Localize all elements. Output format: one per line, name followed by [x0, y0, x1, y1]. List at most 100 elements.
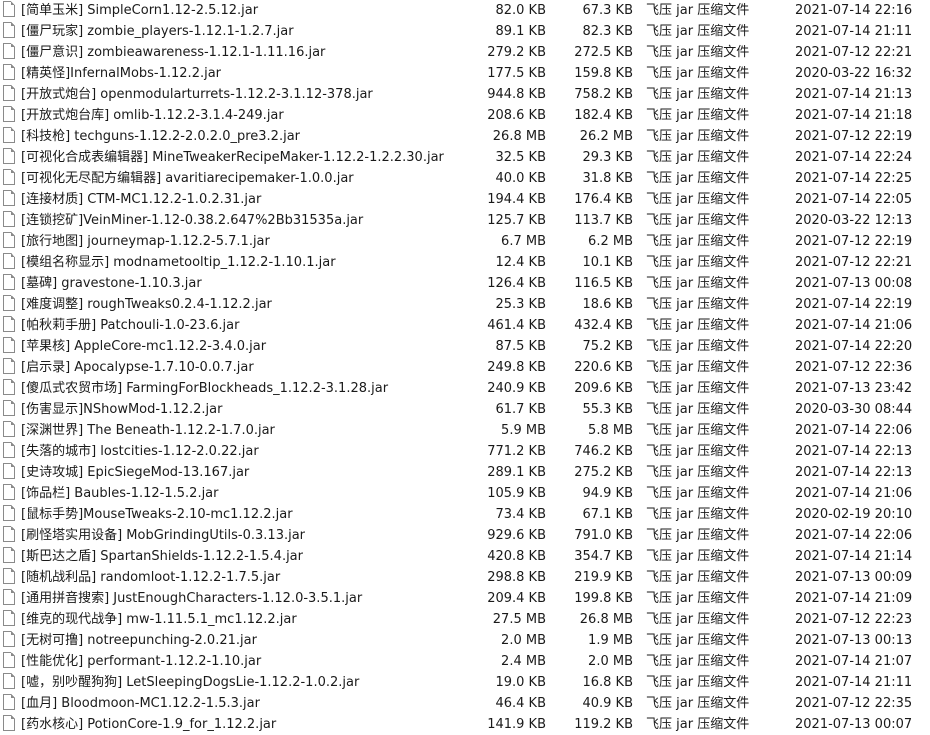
modified-date: 2021-07-14 22:24 [795, 150, 913, 165]
file-row[interactable]: [旅行地图] journeymap-1.12.2-5.7.1.jar 6.7 MB… [0, 231, 930, 252]
file-row[interactable]: [血月] Bloodmoon-MC1.12.2-1.5.3.jar 46.4 KB… [0, 693, 930, 714]
file-size: 26.2 MB [579, 129, 633, 144]
modified-date: 2021-07-12 22:19 [795, 129, 913, 144]
file-name: [嘘，别吵醒狗狗] LetSleepingDogsLie-1.12.2-1.0.… [21, 675, 360, 690]
file-row[interactable]: [帕秋莉手册] Patchouli-1.0-23.6.jar 461.4 KB 43… [0, 315, 930, 336]
jar-file-icon [3, 253, 15, 269]
file-row[interactable]: [伤害显示]NShowMod-1.12.2.jar 61.7 KB 55.3 KB 飞… [0, 399, 930, 420]
file-size: 116.5 KB [574, 276, 633, 291]
modified-date: 2020-02-19 20:10 [795, 507, 913, 522]
file-row[interactable]: [嘘，别吵醒狗狗] LetSleepingDogsLie-1.12.2-1.0.… [0, 672, 930, 693]
file-name: [性能优化] performant-1.12.2-1.10.jar [21, 654, 262, 669]
file-row[interactable]: [刷怪塔实用设备] MobGrindingUtils-0.3.13.jar 929… [0, 525, 930, 546]
file-row[interactable]: [僵尸玩家] zombie_players-1.12.1-1.2.7.jar 89… [0, 21, 930, 42]
file-row[interactable]: [可视化无尽配方编辑器] avaritiarecipemaker-1.0.0.j… [0, 168, 930, 189]
file-type: 飞压 jar 压缩文件 [646, 402, 750, 417]
packed-size: 19.0 KB [495, 675, 546, 690]
file-name: [失落的城市] lostcities-1.12-2.0.22.jar [21, 444, 259, 459]
file-name: [僵尸意识] zombieawareness-1.12.1-1.11.16.ja… [21, 45, 326, 60]
file-size: 182.4 KB [574, 108, 633, 123]
file-row[interactable]: [难度调整] roughTweaks0.2.4-1.12.2.jar 25.3 K… [0, 294, 930, 315]
jar-file-icon [3, 337, 15, 353]
file-row[interactable]: [通用拼音搜索] JustEnoughCharacters-1.12.0-3.5… [0, 588, 930, 609]
file-row[interactable]: [维克的现代战争] mw-1.11.5.1_mc1.12.2.jar 27.5 M… [0, 609, 930, 630]
file-row[interactable]: [饰品栏] Baubles-1.12-1.5.2.jar 105.9 KB 94.9… [0, 483, 930, 504]
file-row[interactable]: [斯巴达之盾] SpartanShields-1.12.2-1.5.4.jar 4… [0, 546, 930, 567]
file-type: 飞压 jar 压缩文件 [646, 66, 750, 81]
packed-size: 289.1 KB [487, 465, 546, 480]
file-type: 飞压 jar 压缩文件 [646, 276, 750, 291]
file-type: 飞压 jar 压缩文件 [646, 213, 750, 228]
jar-file-icon [3, 484, 15, 500]
jar-file-icon [3, 232, 15, 248]
modified-date: 2021-07-12 22:21 [795, 45, 913, 60]
file-row[interactable]: [性能优化] performant-1.12.2-1.10.jar 2.4 MB 2… [0, 651, 930, 672]
file-row[interactable]: [开放式炮台库] omlib-1.12.2-3.1.4-249.jar 208.6… [0, 105, 930, 126]
modified-date: 2021-07-14 22:19 [795, 297, 913, 312]
file-row[interactable]: [简单玉米] SimpleCorn1.12-2.5.12.jar 82.0 KB 6… [0, 0, 930, 21]
jar-file-icon [3, 22, 15, 38]
file-size: 40.9 KB [582, 696, 633, 711]
file-size: 119.2 KB [574, 717, 633, 732]
packed-size: 46.4 KB [495, 696, 546, 711]
jar-file-icon [3, 190, 15, 206]
file-row[interactable]: [无树可撸] notreepunching-2.0.21.jar 2.0 MB 1.… [0, 630, 930, 651]
file-name: [帕秋莉手册] Patchouli-1.0-23.6.jar [21, 318, 240, 333]
jar-file-icon [3, 379, 15, 395]
file-name: [连锁挖矿]VeinMiner-1.12-0.38.2.647%2Bb31535… [21, 213, 364, 228]
jar-file-icon [3, 568, 15, 584]
modified-date: 2021-07-14 22:13 [795, 465, 913, 480]
jar-file-icon [3, 652, 15, 668]
file-row[interactable]: [连锁挖矿]VeinMiner-1.12-0.38.2.647%2Bb31535… [0, 210, 930, 231]
file-type: 飞压 jar 压缩文件 [646, 3, 750, 18]
file-size: 67.1 KB [582, 507, 633, 522]
file-row[interactable]: [启示录] Apocalypse-1.7.10-0.0.7.jar 249.8 K… [0, 357, 930, 378]
file-row[interactable]: [苹果核] AppleCore-mc1.12.2-3.4.0.jar 87.5 K… [0, 336, 930, 357]
file-row[interactable]: [深渊世界] The Beneath-1.12.2-1.7.0.jar 5.9 M… [0, 420, 930, 441]
packed-size: 929.6 KB [487, 528, 546, 543]
jar-file-icon [3, 106, 15, 122]
packed-size: 12.4 KB [495, 255, 546, 270]
file-name: [刷怪塔实用设备] MobGrindingUtils-0.3.13.jar [21, 528, 306, 543]
file-type: 飞压 jar 压缩文件 [646, 423, 750, 438]
file-row[interactable]: [药水核心] PotionCore-1.9_for_1.12.2.jar 141.… [0, 714, 930, 735]
file-type: 飞压 jar 压缩文件 [646, 633, 750, 648]
packed-size: 420.8 KB [487, 549, 546, 564]
jar-file-icon [3, 505, 15, 521]
file-row[interactable]: [墓碑] gravestone-1.10.3.jar 126.4 KB 116.5 … [0, 273, 930, 294]
file-row[interactable]: [僵尸意识] zombieawareness-1.12.1-1.11.16.ja… [0, 42, 930, 63]
file-row[interactable]: [科技枪] techguns-1.12.2-2.0.2.0_pre3.2.jar… [0, 126, 930, 147]
modified-date: 2020-03-22 16:32 [795, 66, 913, 81]
file-size: 159.8 KB [574, 66, 633, 81]
file-row[interactable]: [精英怪]InfernalMobs-1.12.2.jar 177.5 KB 159.… [0, 63, 930, 84]
file-type: 飞压 jar 压缩文件 [646, 444, 750, 459]
file-row[interactable]: [可视化合成表编辑器] MineTweakerRecipeMaker-1.12.… [0, 147, 930, 168]
file-row[interactable]: [随机战利品] randomloot-1.12.2-1.7.5.jar 298.8… [0, 567, 930, 588]
file-name: [药水核心] PotionCore-1.9_for_1.12.2.jar [21, 717, 277, 732]
file-name: [鼠标手势]MouseTweaks-2.10-mc1.12.2.jar [21, 507, 293, 522]
file-type: 飞压 jar 压缩文件 [646, 675, 750, 690]
file-size: 94.9 KB [582, 486, 633, 501]
file-name: [苹果核] AppleCore-mc1.12.2-3.4.0.jar [21, 339, 267, 354]
file-row[interactable]: [开放式炮台] openmodularturrets-1.12.2-3.1.12… [0, 84, 930, 105]
jar-file-icon [3, 526, 15, 542]
file-row[interactable]: [模组名称显示] modnametooltip_1.12.2-1.10.1.ja… [0, 252, 930, 273]
file-row[interactable]: [鼠标手势]MouseTweaks-2.10-mc1.12.2.jar 73.4 … [0, 504, 930, 525]
file-type: 飞压 jar 压缩文件 [646, 150, 750, 165]
file-row[interactable]: [失落的城市] lostcities-1.12-2.0.22.jar 771.2 … [0, 441, 930, 462]
packed-size: 2.0 MB [501, 633, 546, 648]
file-row[interactable]: [史诗攻城] EpicSiegeMod-13.167.jar 289.1 KB 27… [0, 462, 930, 483]
file-type: 飞压 jar 压缩文件 [646, 24, 750, 39]
file-name: [可视化无尽配方编辑器] avaritiarecipemaker-1.0.0.j… [21, 171, 354, 186]
file-row[interactable]: [连接材质] CTM-MC1.12.2-1.0.2.31.jar 194.4 KB… [0, 189, 930, 210]
file-type: 飞压 jar 压缩文件 [646, 234, 750, 249]
file-size: 16.8 KB [582, 675, 633, 690]
file-row[interactable]: [傻瓜式农贸市场] FarmingForBlockheads_1.12.2-3.… [0, 378, 930, 399]
modified-date: 2021-07-14 21:06 [795, 486, 913, 501]
file-size: 82.3 KB [582, 24, 633, 39]
file-type: 飞压 jar 压缩文件 [646, 612, 750, 627]
file-size: 275.2 KB [574, 465, 633, 480]
modified-date: 2021-07-14 21:18 [795, 108, 913, 123]
packed-size: 87.5 KB [495, 339, 546, 354]
packed-size: 73.4 KB [495, 507, 546, 522]
